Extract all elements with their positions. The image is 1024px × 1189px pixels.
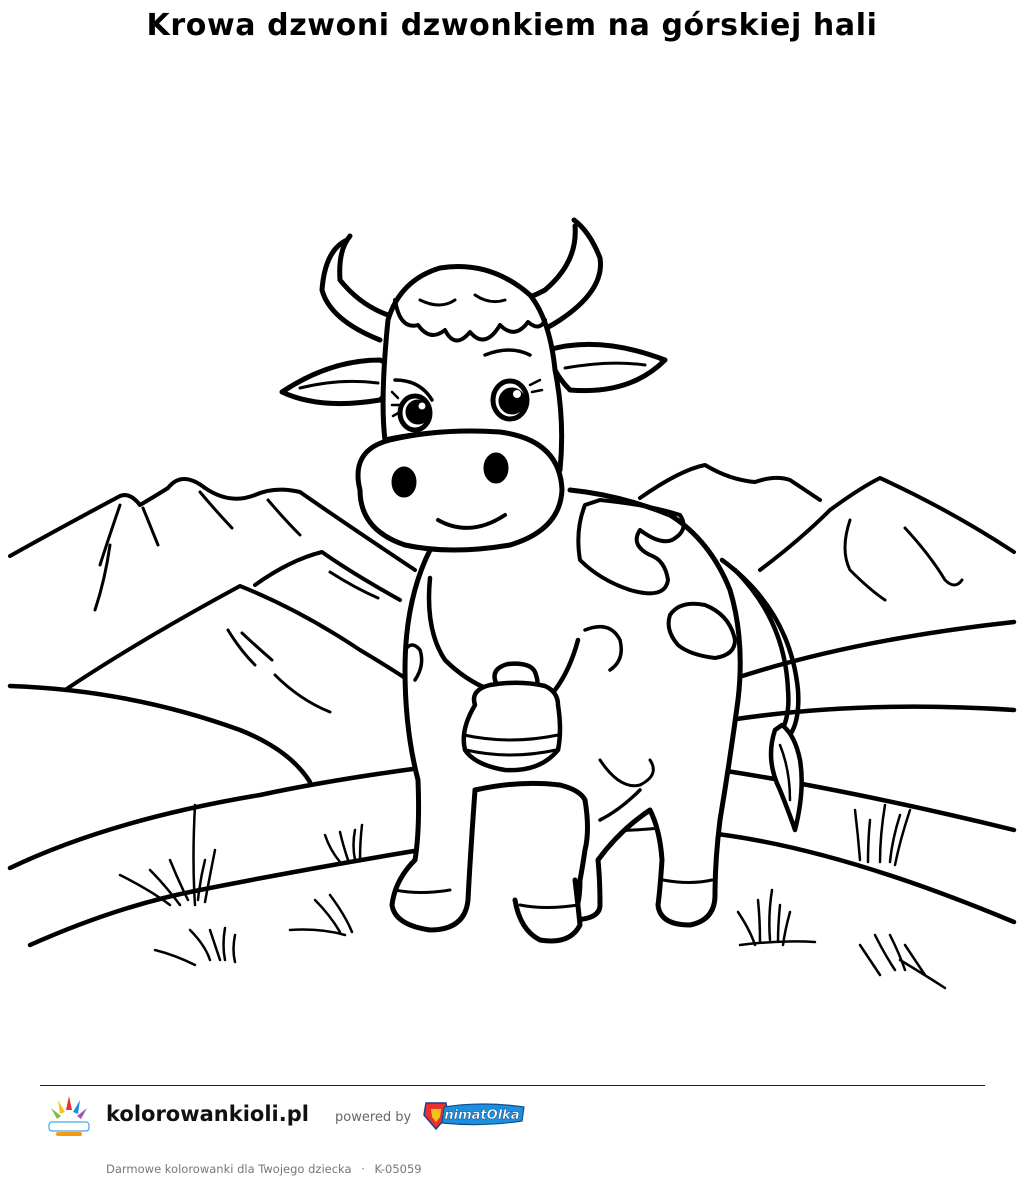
- cow-body: [389, 487, 743, 944]
- site-name[interactable]: kolorowankioli.pl: [106, 1102, 309, 1126]
- powered-by-label: powered by: [335, 1110, 412, 1125]
- footer-tagline: Darmowe kolorowanki dla Twojego dziecka …: [106, 1162, 422, 1176]
- tagline-text: Darmowe kolorowanki dla Twojego dziecka: [106, 1162, 352, 1176]
- kolorowankioli-logo-icon[interactable]: [44, 1092, 94, 1140]
- page-title: Krowa dzwoni dzwonkiem na górskiej hali: [146, 8, 878, 43]
- svg-text:nimatOlka: nimatOlka: [444, 1108, 519, 1123]
- tagline-separator: ·: [361, 1162, 365, 1176]
- animatolka-logo-icon[interactable]: nimatOlka: [422, 1097, 528, 1133]
- cow-coloring-illustration: [0, 190, 1024, 1010]
- coloring-page-code: K-05059: [374, 1162, 422, 1176]
- footer-divider: [40, 1085, 985, 1086]
